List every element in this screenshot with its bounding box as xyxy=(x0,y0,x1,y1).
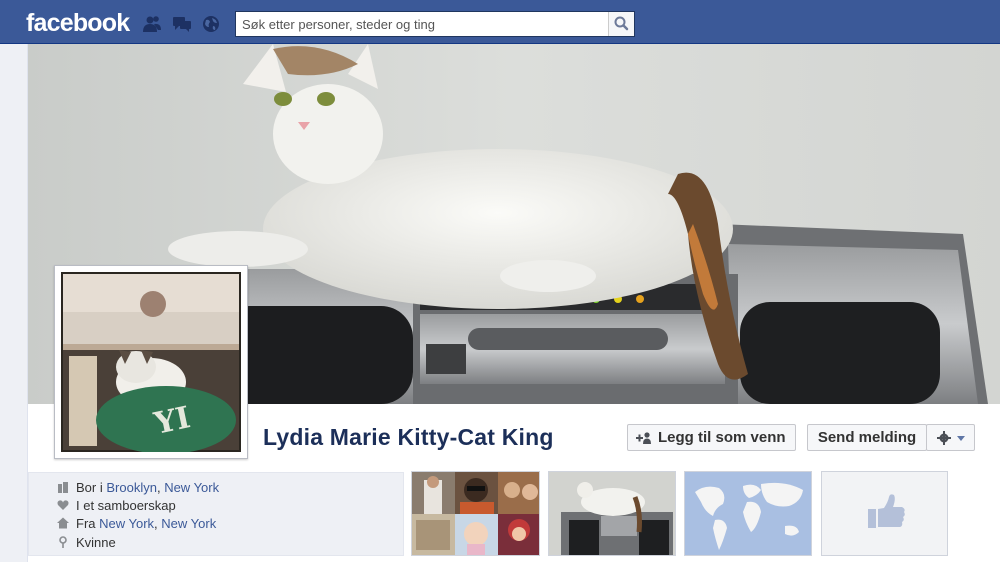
gear-icon xyxy=(936,430,965,445)
photos-tile[interactable] xyxy=(548,471,676,556)
left-gutter xyxy=(0,44,28,562)
info-lives-in: Bor i Brooklyn, New York xyxy=(57,478,219,496)
thumbs-up-icon xyxy=(868,494,905,528)
facebook-logo[interactable]: facebook xyxy=(26,9,130,38)
info-from: Fra New York, New York xyxy=(57,514,216,532)
from-prefix: Fra xyxy=(76,515,96,531)
add-friend-icon xyxy=(636,431,651,444)
profile-picture[interactable]: YI xyxy=(54,265,248,459)
search-input[interactable] xyxy=(236,12,608,36)
relationship-text: I et samboerskap xyxy=(76,497,176,513)
info-gender: Kvinne xyxy=(57,533,116,551)
likes-tile[interactable] xyxy=(821,471,948,556)
messages-icon[interactable] xyxy=(172,15,192,33)
photos-thumbnail xyxy=(549,472,675,555)
heart-icon xyxy=(57,500,69,510)
send-message-label: Send melding xyxy=(817,429,917,446)
settings-dropdown-button[interactable] xyxy=(926,424,975,451)
chevron-down-icon xyxy=(956,435,965,441)
search-button[interactable] xyxy=(608,12,634,36)
from-city-link[interactable]: New York xyxy=(99,516,154,531)
lives-in-prefix: Bor i xyxy=(76,479,103,495)
home-icon xyxy=(57,517,69,529)
notifications-globe-icon[interactable] xyxy=(201,15,221,33)
friends-tile[interactable] xyxy=(411,471,540,556)
lives-in-separator: , xyxy=(156,479,161,495)
profile-image-cat-in-drawer: YI xyxy=(61,272,241,452)
add-friend-label: Legg til som venn xyxy=(658,429,786,446)
add-friend-button[interactable]: Legg til som venn xyxy=(627,424,796,451)
svg-text:YI: YI xyxy=(150,400,193,442)
profile-name: Lydia Marie Kitty-Cat King xyxy=(263,424,554,450)
map-tile[interactable] xyxy=(684,471,812,556)
top-bar: facebook xyxy=(0,0,1000,44)
info-relationship: I et samboerskap xyxy=(57,496,176,514)
friends-photo-collage xyxy=(412,472,539,555)
lives-in-city-link[interactable]: Brooklyn xyxy=(106,480,157,495)
gender-text: Kvinne xyxy=(76,534,116,550)
gender-icon xyxy=(59,536,67,548)
send-message-button[interactable]: Send melding xyxy=(807,424,927,451)
from-separator: , xyxy=(154,515,158,531)
from-state-link[interactable]: New York xyxy=(161,516,216,531)
friend-requests-icon[interactable] xyxy=(142,15,162,33)
lives-in-state-link[interactable]: New York xyxy=(164,480,219,495)
search-box xyxy=(235,11,635,37)
map-thumbnail xyxy=(685,472,811,555)
search-icon xyxy=(614,16,629,31)
lives-in-icon xyxy=(58,482,68,493)
